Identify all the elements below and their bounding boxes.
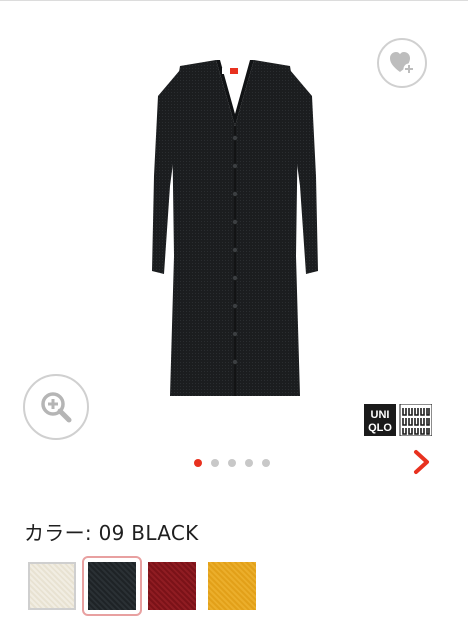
zoom-button[interactable] [23, 374, 89, 440]
carousel-dot-4[interactable] [245, 459, 253, 467]
brand-logo: UNI QLO [364, 404, 432, 436]
swatch-off-white[interactable] [22, 556, 82, 616]
swatch-yellow[interactable] [202, 556, 262, 616]
carousel-dot-3[interactable] [228, 459, 236, 467]
carousel-dot-5[interactable] [262, 459, 270, 467]
swatch-black-chip [88, 562, 136, 610]
chevron-right-icon[interactable] [406, 447, 436, 477]
carousel-dot-1[interactable] [194, 459, 202, 467]
swatch-black[interactable] [82, 556, 142, 616]
carousel-dot-2[interactable] [211, 459, 219, 467]
product-image[interactable] [150, 56, 320, 410]
wishlist-button[interactable] [377, 38, 427, 88]
carousel-dots [194, 457, 270, 469]
magnifier-plus-icon [41, 392, 72, 423]
swatch-wine[interactable] [142, 556, 202, 616]
swatch-yellow-chip [208, 562, 256, 610]
color-swatches [22, 556, 262, 616]
swatch-wine-chip [148, 562, 196, 610]
top-divider [0, 0, 468, 1]
logo-text-top: UNI [371, 409, 390, 421]
heart-plus-icon [390, 52, 415, 75]
color-label: カラー: 09 BLACK [24, 521, 199, 545]
logo-text-bottom: QLO [368, 422, 392, 434]
swatch-off-white-chip [28, 562, 76, 610]
